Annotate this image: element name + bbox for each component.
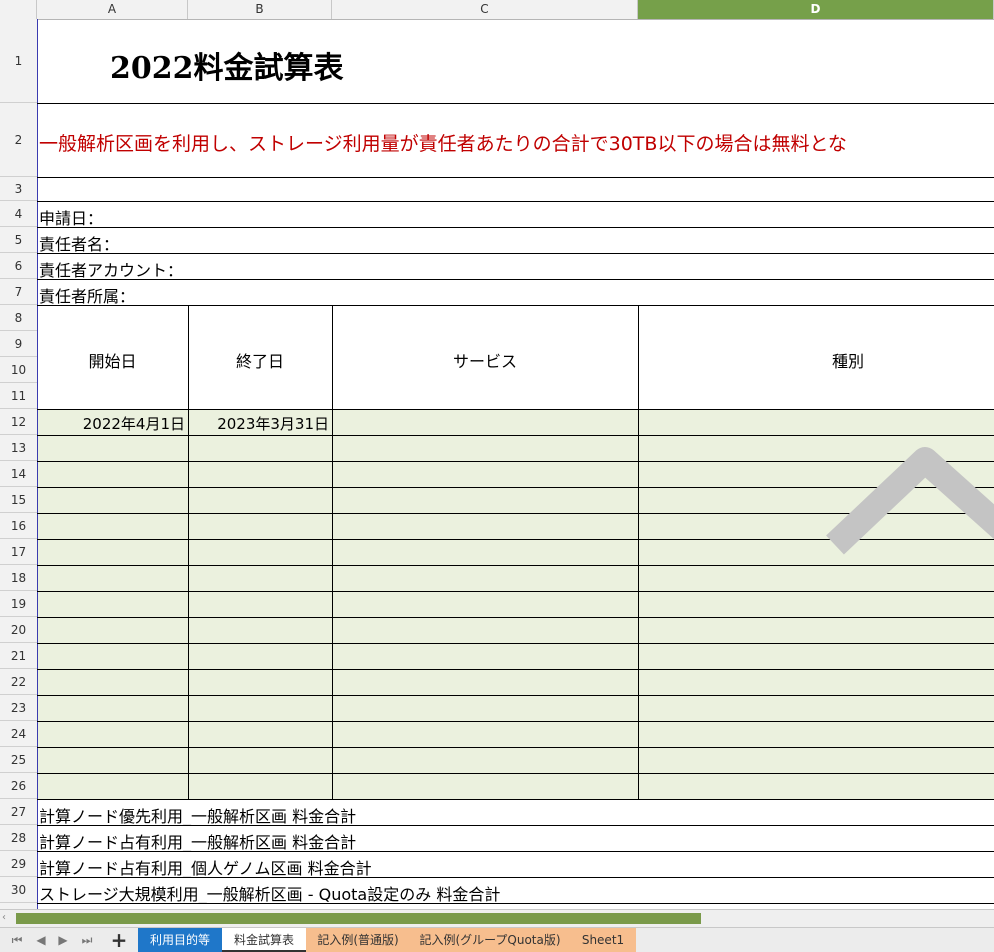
column-header-b[interactable]: B xyxy=(188,0,332,19)
row-header[interactable]: 3 xyxy=(0,177,37,201)
row-header[interactable]: 1 xyxy=(0,19,37,103)
start-date-cell[interactable]: 2022年4月1日 xyxy=(37,413,185,434)
row-header[interactable]: 19 xyxy=(0,591,37,617)
header-end-date: 終了日 xyxy=(235,352,284,371)
column-header-c[interactable]: C xyxy=(332,0,638,19)
row-header[interactable]: 13 xyxy=(0,435,37,461)
row-header[interactable]: 16 xyxy=(0,513,37,539)
row-header[interactable]: 7 xyxy=(0,279,37,305)
total-label: 計算ノード占有利用_一般解析区画 料金合計 xyxy=(39,833,357,852)
total-label: 計算ノード優先利用_一般解析区画 料金合計 xyxy=(39,807,357,826)
row-header[interactable]: 14 xyxy=(0,461,37,487)
tab-kinyuurei-futsuu[interactable]: 記入例(普通版) xyxy=(306,928,410,952)
tab-riyou-mokuteki[interactable]: 利用目的等 xyxy=(138,928,222,952)
page-watermark-icon xyxy=(826,447,994,555)
row-header[interactable]: 12 xyxy=(0,409,37,435)
row-header[interactable]: 28 xyxy=(0,825,37,851)
column-header-bar: A B C D xyxy=(0,0,994,20)
tab-sheet1[interactable]: Sheet1 xyxy=(570,928,636,952)
header-start-date: 開始日 xyxy=(88,352,137,371)
row-header[interactable]: 29 xyxy=(0,851,37,877)
application-date-label: 申請日： xyxy=(39,209,104,228)
row-header[interactable]: 23 xyxy=(0,695,37,721)
row-header[interactable]: 17 xyxy=(0,539,37,565)
total-label: 計算ノード占有利用_個人ゲノム区画 料金合計 xyxy=(39,859,372,878)
row-header[interactable]: 27 xyxy=(0,799,37,825)
total-label: ストレージ大規模利用_一般解析区画 - Quota設定のみ 料金合計 xyxy=(39,885,501,904)
row-header[interactable]: 26 xyxy=(0,773,37,799)
sheet-tab-bar: ⏮ ◀ ▶ ⏭ + 利用目的等 料金試算表 記入例(普通版) 記入例(グループQ… xyxy=(0,927,994,952)
next-sheet-icon[interactable]: ▶ xyxy=(56,931,70,949)
row-header-bar: 1 2 3 4 5 6 7 8 9 10 11 12 13 14 15 16 1… xyxy=(0,19,38,909)
last-sheet-icon[interactable]: ⏭ xyxy=(80,931,94,949)
row-header[interactable]: 2 xyxy=(0,103,37,177)
row-header[interactable]: 11 xyxy=(0,383,37,409)
header-service: サービス xyxy=(452,352,517,371)
column-header-d[interactable]: D xyxy=(638,0,994,19)
owner-affiliation-label: 責任者所属： xyxy=(39,287,136,306)
row-header[interactable]: 5 xyxy=(0,227,37,253)
first-sheet-icon[interactable]: ⏮ xyxy=(10,931,24,949)
row-header[interactable]: 9 xyxy=(0,331,37,357)
row-header[interactable]: 22 xyxy=(0,669,37,695)
prev-sheet-icon[interactable]: ◀ xyxy=(34,931,48,949)
header-type: 種別 xyxy=(831,352,864,371)
free-usage-notice: 一般解析区画を利用し、ストレージ利用量が責任者あたりの合計で30TB以下の場合は… xyxy=(39,133,847,155)
row-header[interactable]: 10 xyxy=(0,357,37,383)
horizontal-scrollbar[interactable]: ‹ xyxy=(0,909,994,928)
end-date-cell[interactable]: 2023年3月31日 xyxy=(188,413,329,434)
sheet-title: 2022料金試算表 xyxy=(110,51,344,86)
tab-kinyuurei-group-quota[interactable]: 記入例(グループQuota版) xyxy=(410,928,570,952)
row-header[interactable]: 8 xyxy=(0,305,37,331)
column-header-a[interactable]: A xyxy=(37,0,188,19)
row-header[interactable]: 30 xyxy=(0,877,37,903)
add-sheet-icon[interactable]: + xyxy=(110,930,128,950)
owner-name-label: 責任者名： xyxy=(39,235,120,254)
row-header[interactable]: 21 xyxy=(0,643,37,669)
row-header[interactable]: 20 xyxy=(0,617,37,643)
select-all-corner[interactable] xyxy=(0,0,37,19)
row-header[interactable]: 4 xyxy=(0,201,37,227)
scroll-left-icon[interactable]: ‹ xyxy=(2,912,6,923)
tab-ryoukin-shisan[interactable]: 料金試算表 xyxy=(222,928,306,952)
scrollbar-thumb[interactable] xyxy=(16,913,701,924)
row-header[interactable]: 18 xyxy=(0,565,37,591)
row-header[interactable]: 15 xyxy=(0,487,37,513)
row-header[interactable]: 25 xyxy=(0,747,37,773)
owner-account-label: 責任者アカウント： xyxy=(39,261,184,280)
row-header[interactable]: 6 xyxy=(0,253,37,279)
row-header[interactable]: 24 xyxy=(0,721,37,747)
